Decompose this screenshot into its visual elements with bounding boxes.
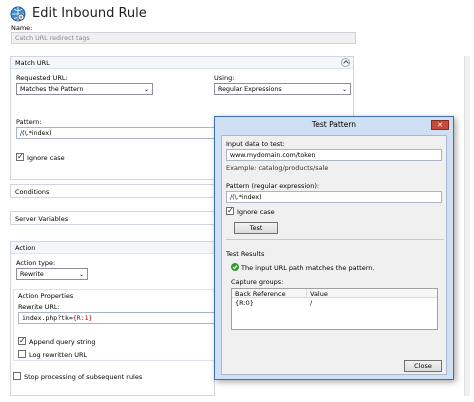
using-label: Using: (214, 74, 235, 82)
capture-groups-label: Capture groups: (231, 278, 284, 286)
rewrite-url-input[interactable]: index.php?tk={R:1} (18, 312, 215, 324)
test-pattern-dialog: Test Pattern ✕ Input data to test: www.m… (214, 116, 454, 380)
server-variables-label: Server Variables (15, 215, 69, 223)
input-data-field[interactable]: www.mydomain.com/token (226, 149, 442, 161)
action-type-label: Action type: (16, 259, 56, 267)
capture-groups-table: Back Reference Value {R:0} / (231, 288, 438, 330)
using-select[interactable]: Regular Expressions ⌄ (214, 83, 351, 95)
rewrite-url-label: Rewrite URL: (18, 303, 60, 311)
table-header: Back Reference Value (232, 289, 437, 298)
log-rewritten-label: Log rewritten URL (29, 351, 88, 359)
collapse-match-url-icon[interactable] (341, 58, 350, 67)
dialog-body: Input data to test: www.mydomain.com/tok… (221, 135, 447, 375)
chevron-down-icon: ⌄ (143, 86, 149, 93)
conditions-label: Conditions (15, 188, 50, 196)
dialog-title: Test Pattern (311, 120, 357, 129)
success-check-icon (231, 263, 239, 271)
col-back-reference: Back Reference (235, 290, 286, 298)
result-message: The input URL path matches the pattern. (241, 264, 375, 272)
separator (226, 239, 444, 240)
stop-processing-checkbox[interactable] (13, 372, 21, 380)
input-data-label: Input data to test: (226, 140, 285, 148)
close-button[interactable]: Close (404, 360, 442, 372)
regex-pattern-field[interactable]: /(\.*index) (226, 191, 442, 203)
table-row[interactable]: {R:0} / (232, 298, 437, 307)
conditions-section[interactable]: Conditions (10, 184, 215, 198)
action-type-value: Rewrite (20, 271, 44, 278)
name-field[interactable]: Catch URL redirect tags (11, 32, 356, 44)
using-value: Regular Expressions (218, 86, 282, 93)
cell-value: / (310, 299, 313, 307)
server-variables-section[interactable]: Server Variables (10, 211, 215, 225)
test-button[interactable]: Test (234, 222, 278, 234)
pattern-input[interactable]: /(\.*index) (16, 127, 216, 139)
cell-back-reference: {R:0} (235, 299, 254, 307)
log-rewritten-checkbox[interactable] (18, 350, 26, 358)
page-title: Edit Inbound Rule (32, 6, 147, 21)
example-text: Example: catalog/products/sale (226, 164, 329, 172)
action-group-label: Action (15, 244, 36, 252)
match-url-group-label: Match URL (15, 59, 50, 67)
rewrite-url-prefix: index.php?tk= (22, 314, 73, 322)
append-query-checkbox[interactable] (18, 336, 26, 345)
test-results-label: Test Results (226, 250, 265, 258)
col-value: Value (310, 290, 328, 298)
chevron-down-icon: ⌄ (341, 86, 347, 93)
close-icon[interactable]: ✕ (431, 120, 449, 130)
requested-url-label: Requested URL: (16, 74, 68, 82)
action-properties-label: Action Properties (18, 292, 74, 300)
name-label: Name: (11, 24, 33, 32)
action-type-select[interactable]: Rewrite ⌄ (16, 268, 88, 280)
dialog-ignore-case-checkbox[interactable] (226, 206, 234, 215)
vertical-scrollbar[interactable] (464, 56, 470, 396)
append-query-label: Append query string (29, 338, 96, 346)
rewrite-url-variable: {R:1} (72, 314, 93, 322)
ignore-case-checkbox[interactable] (16, 152, 24, 161)
requested-url-value: Matches the Pattern (20, 86, 84, 93)
dialog-ignore-case-label: Ignore case (237, 208, 275, 216)
regex-pattern-label: Pattern (regular expression): (226, 182, 320, 190)
rule-globe-icon (10, 6, 26, 22)
ignore-case-label: Ignore case (27, 154, 65, 162)
stop-processing-label: Stop processing of subsequent rules (24, 373, 143, 381)
chevron-down-icon: ⌄ (78, 271, 84, 278)
pattern-label: Pattern: (16, 118, 42, 126)
requested-url-select[interactable]: Matches the Pattern ⌄ (16, 83, 153, 95)
